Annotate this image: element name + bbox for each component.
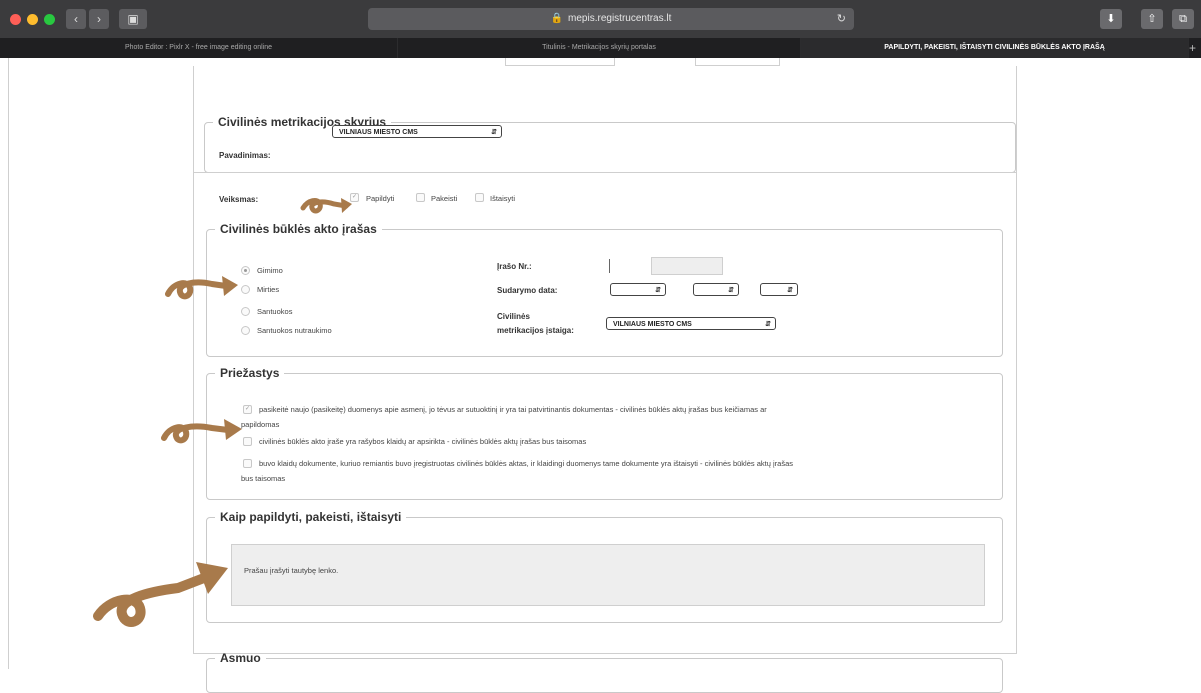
tab-papildyti[interactable]: PAPILDYTI, PAKEISTI, IŠTAISYTI CIVILINĖS…: [801, 38, 1189, 58]
action-option-istaisyti: Ištaisyti: [490, 194, 516, 203]
download-icon[interactable]: ⬇: [1100, 9, 1122, 29]
annotation-arrow-icon: [161, 419, 242, 444]
reason-1-line1: pasikeitė naujo (pasikeitę) duomenys api…: [259, 405, 767, 414]
url-text: mepis.registrucentras.lt: [568, 13, 672, 24]
annotation-arrow-icon: [165, 276, 238, 300]
record-type-radio-santuokos-nutraukimo[interactable]: [241, 326, 250, 335]
institution-value: VILNIAUS MIESTO CMS: [613, 321, 692, 328]
record-type-radio-gimimo[interactable]: [241, 266, 250, 275]
annotation-arrow-icon: [93, 562, 228, 627]
select-arrows-icon: ⇵: [655, 287, 661, 294]
reasons-legend: Priežastys: [220, 366, 280, 380]
institution-label-line2: metrikacijos įstaiga:: [497, 326, 574, 335]
record-no-cursor: [609, 259, 610, 273]
institution-label-line1: Civilinės: [497, 312, 530, 321]
lock-icon: 🔒: [550, 13, 564, 24]
date-month-select[interactable]: ⇵: [693, 283, 739, 296]
how-text: Prašau įrašyti tautybę lenko.: [244, 566, 339, 575]
person-legend: Asmuo: [220, 651, 261, 665]
back-button[interactable]: ‹: [66, 9, 86, 29]
new-tab-button[interactable]: +: [1189, 38, 1201, 58]
record-type-radio-mirties[interactable]: [241, 285, 250, 294]
select-arrows-icon: ⇵: [765, 321, 771, 328]
sidebar-icon[interactable]: ▣: [119, 9, 147, 29]
how-legend: Kaip papildyti, pakeisti, ištaisyti: [220, 510, 402, 524]
tab-titulinis[interactable]: Titulinis - Metrikacijos skyrių portalas: [398, 38, 801, 58]
forward-button[interactable]: ›: [89, 9, 109, 29]
select-arrows-icon: ⇵: [728, 287, 734, 294]
select-arrows-icon: ⇵: [491, 129, 497, 136]
action-option-pakeisti: Pakeisti: [431, 194, 458, 203]
browser-toolbar: ‹ › ▣ 🔒 mepis.registrucentras.lt ↻ ⬇ ⇧ ⧉: [0, 0, 1201, 38]
person-fieldset: Asmuo: [206, 651, 1003, 693]
reason-3-line1: buvo klaidų dokumente, kuriuo remiantis …: [259, 459, 793, 468]
address-bar[interactable]: 🔒 mepis.registrucentras.lt ↻: [368, 8, 854, 30]
cms-name-select[interactable]: VILNIAUS MIESTO CMS ⇵: [332, 125, 502, 138]
cms-fieldset: Civilinės metrikacijos skyrius: [204, 115, 1016, 173]
action-option-papildyti: Papildyti: [366, 194, 395, 203]
record-no-label: Įrašo Nr.:: [497, 262, 532, 271]
top-field-1[interactable]: [505, 58, 615, 66]
close-window-button[interactable]: [10, 14, 21, 25]
annotation-arrow-icon: [300, 198, 352, 214]
reload-icon[interactable]: ↻: [837, 8, 846, 30]
tab-bar: Photo Editor : Pixlr X - free image edit…: [0, 38, 1201, 58]
tabs-overview-icon[interactable]: ⧉: [1172, 9, 1194, 29]
record-type-santuokos: Santuokos: [257, 307, 293, 316]
record-fieldset: Civilinės būklės akto įrašas: [206, 222, 1003, 357]
reason-checkbox-3[interactable]: [243, 459, 252, 468]
cms-name-value: VILNIAUS MIESTO CMS: [339, 129, 418, 136]
reason-2-text: civilinės būklės akto įraše yra rašybos …: [259, 437, 587, 446]
how-textarea[interactable]: Prašau įrašyti tautybę lenko.: [231, 544, 985, 606]
date-day-select[interactable]: ⇵: [760, 283, 798, 296]
action-checkbox-istaisyti[interactable]: [475, 193, 484, 202]
share-icon[interactable]: ⇧: [1141, 9, 1163, 29]
zoom-window-button[interactable]: [44, 14, 55, 25]
record-type-gimimo: Gimimo: [257, 266, 283, 275]
reason-1-line2: papildomas: [241, 420, 280, 429]
institution-select[interactable]: VILNIAUS MIESTO CMS ⇵: [606, 317, 776, 330]
record-no-input[interactable]: [651, 257, 723, 275]
tab-photo-editor[interactable]: Photo Editor : Pixlr X - free image edit…: [0, 38, 398, 58]
record-legend: Civilinės būklės akto įrašas: [220, 222, 377, 236]
date-label: Sudarymo data:: [497, 286, 558, 295]
page-left-border: [8, 58, 9, 669]
top-field-2[interactable]: [695, 58, 780, 66]
cms-name-label: Pavadinimas:: [219, 151, 271, 160]
record-type-santuokos-nutraukimo: Santuokos nutraukimo: [257, 326, 332, 335]
minimize-window-button[interactable]: [27, 14, 38, 25]
select-arrows-icon: ⇵: [787, 287, 793, 294]
reason-3-line2: bus taisomas: [241, 474, 286, 483]
reasons-fieldset: Priežastys: [206, 366, 1003, 500]
action-checkbox-pakeisti[interactable]: [416, 193, 425, 202]
date-year-select[interactable]: ⇵: [610, 283, 666, 296]
action-label: Veiksmas:: [219, 195, 259, 204]
record-type-radio-santuokos[interactable]: [241, 307, 250, 316]
record-type-mirties: Mirties: [257, 285, 280, 294]
